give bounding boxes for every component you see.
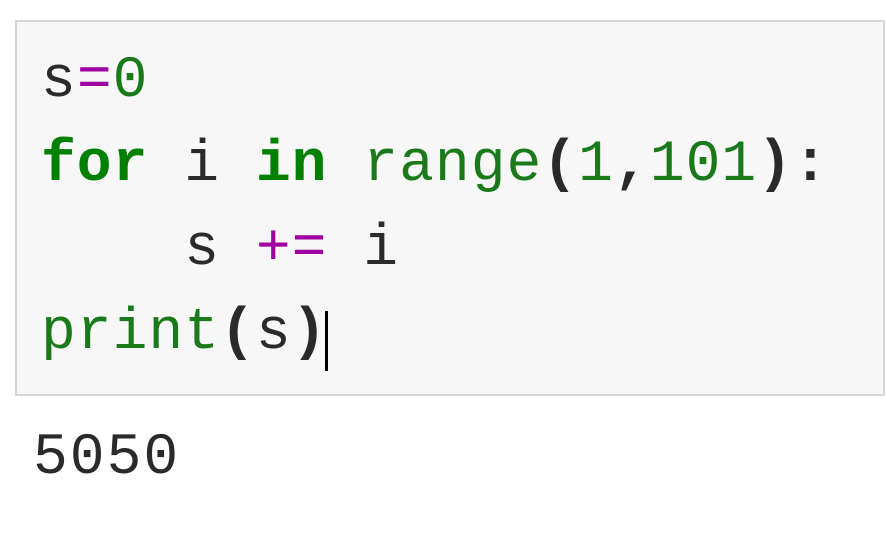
output-cell: 5050: [15, 426, 872, 491]
colon: :: [793, 133, 829, 198]
variable-s: s: [184, 217, 220, 282]
assign-op: =: [77, 49, 113, 114]
variable-i: i: [363, 217, 399, 282]
plus-equals-op: +=: [256, 217, 328, 282]
code-line-2: for i in range(1,101):: [41, 124, 859, 208]
variable-s: s: [41, 49, 77, 114]
code-line-4: print(s): [41, 292, 859, 376]
variable-i: i: [184, 133, 220, 198]
output-value: 5050: [33, 426, 180, 491]
comma: ,: [614, 133, 650, 198]
code-line-1: s=0: [41, 40, 859, 124]
code-line-3: s += i: [41, 208, 859, 292]
paren-close: ): [757, 133, 793, 198]
number-one: 1: [578, 133, 614, 198]
indent: [41, 217, 184, 282]
code-input-cell[interactable]: s=0 for i in range(1,101): s += i print(…: [15, 20, 885, 396]
paren-close: ): [292, 301, 328, 366]
number-101: 101: [650, 133, 757, 198]
builtin-print: print: [41, 301, 220, 366]
text-cursor: [325, 311, 328, 371]
keyword-in: in: [256, 133, 328, 198]
paren-open: (: [220, 301, 256, 366]
variable-s: s: [256, 301, 292, 366]
paren-open: (: [542, 133, 578, 198]
number-zero: 0: [113, 49, 149, 114]
keyword-for: for: [41, 133, 148, 198]
builtin-range: range: [363, 133, 542, 198]
